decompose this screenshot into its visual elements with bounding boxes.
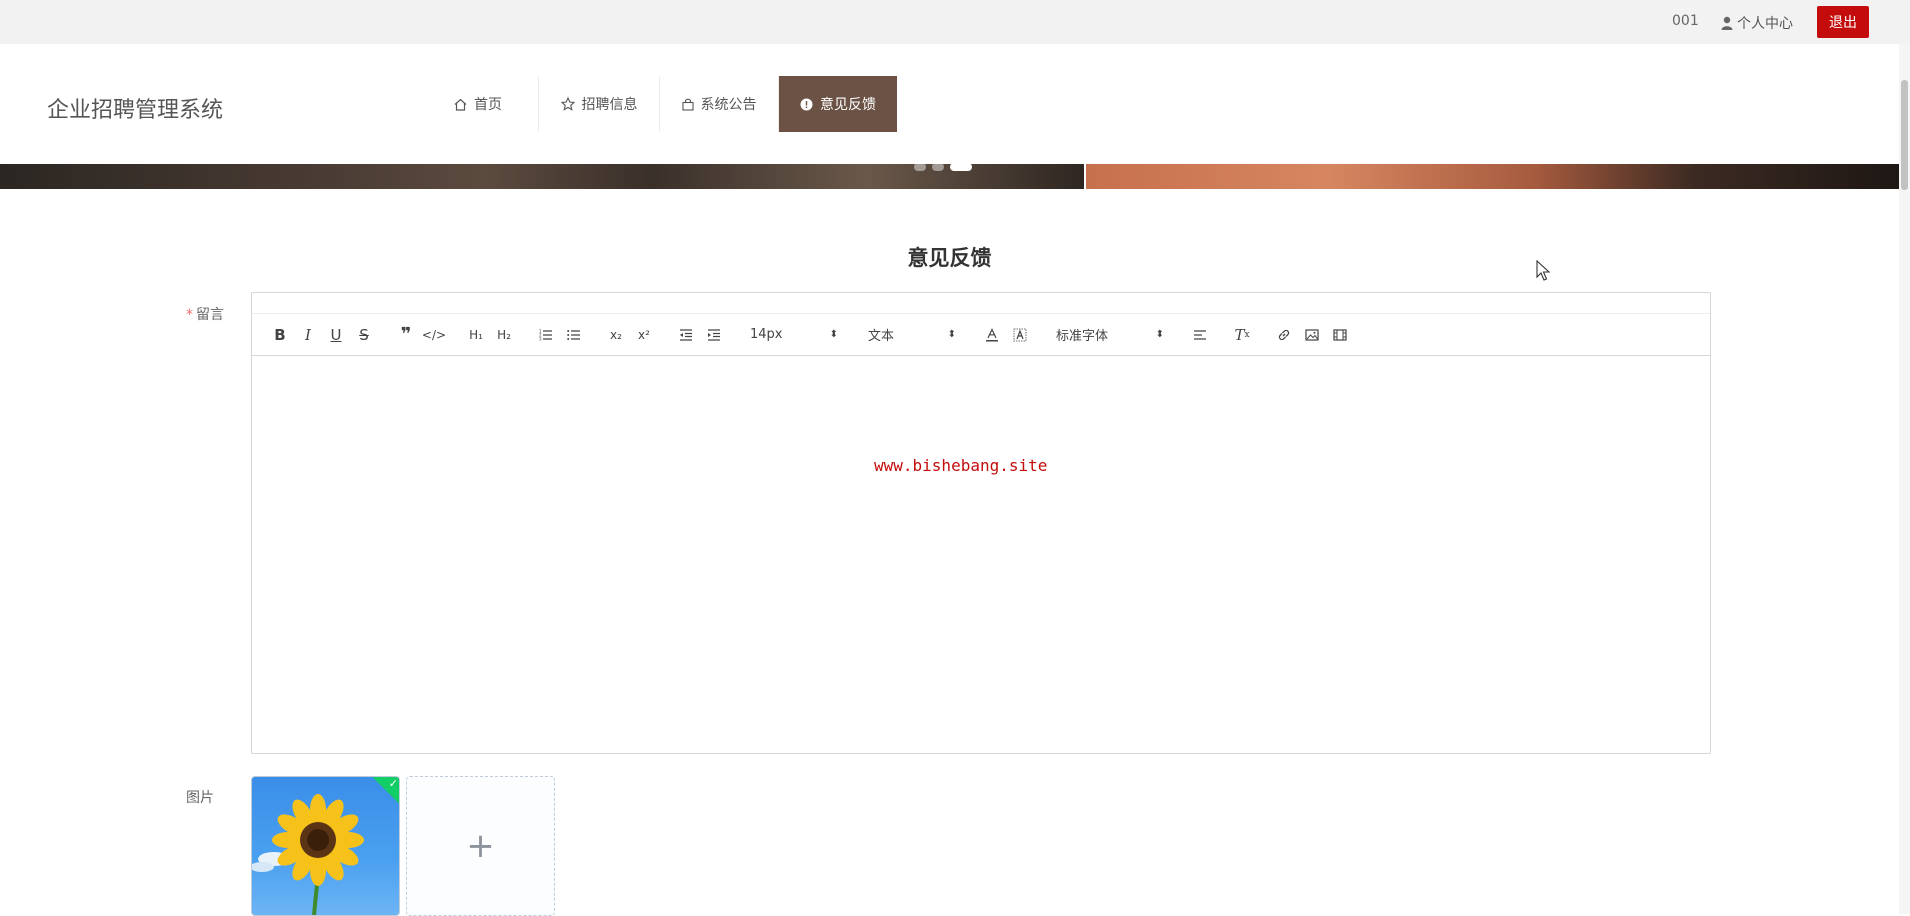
nav-label-home: 首页 [474,97,502,113]
uploaded-image-thumbnail[interactable]: ✓ [251,776,400,916]
underline-button[interactable]: U [322,321,350,349]
message-label-text: 留言 [196,307,224,323]
site-header: 企业招聘管理系统 首页 招聘信息 系统公告 意见反馈 [0,44,1899,164]
h1-button[interactable]: H₁ [462,321,490,349]
message-label: * 留言 [186,304,224,324]
text-color-icon[interactable] [978,321,1006,349]
image-icon[interactable] [1298,321,1326,349]
nav-item-jobs[interactable]: 招聘信息 [539,76,660,132]
carousel-dot-active[interactable] [950,163,972,171]
nav-label-jobs: 招聘信息 [581,97,638,113]
header-value: 文本 [868,329,895,344]
plus-icon: + [466,826,495,866]
video-icon[interactable] [1326,321,1354,349]
font-size-picker[interactable]: 14px ⬍ [742,321,846,349]
picker-arrow-icon: ⬍ [947,329,956,340]
italic-button[interactable]: I [294,321,322,349]
blockquote-icon[interactable]: ❞ [392,321,420,349]
site-brand: 企业招聘管理系统 [47,98,224,123]
bag-icon [681,98,694,111]
home-icon [454,98,467,111]
font-size-value: 14px [750,327,783,342]
clear-format-icon[interactable]: Tx [1228,321,1256,349]
font-family-picker[interactable]: 标准字体 ⬍ [1048,321,1172,349]
bold-button[interactable]: B [266,321,294,349]
header-picker[interactable]: 文本 ⬍ [860,321,964,349]
user-icon [1721,16,1733,30]
background-color-icon[interactable] [1006,321,1034,349]
required-mark: * [186,307,193,323]
watermark-text: www.bishebang.site [874,456,1048,475]
picker-arrow-icon: ⬍ [1155,329,1164,340]
editor-toolbar: B I U S ❞ </> H₁ H₂ 123 x₂ x² 14px ⬍ 文本 … [252,314,1710,356]
link-icon[interactable] [1270,321,1298,349]
user-center-label: 个人中心 [1737,16,1793,32]
upload-add-button[interactable]: + [406,776,555,916]
align-left-icon[interactable] [1186,321,1214,349]
sunflower-image [252,794,364,915]
editor-top-spacer [252,293,1710,314]
subscript-button[interactable]: x₂ [602,321,630,349]
mouse-cursor-icon [1536,260,1550,281]
h2-button[interactable]: H₂ [490,321,518,349]
editor-content[interactable] [252,355,1710,751]
nav-label-feedback: 意见反馈 [820,97,876,113]
rich-text-editor: B I U S ❞ </> H₁ H₂ 123 x₂ x² 14px ⬍ 文本 … [251,292,1711,754]
user-id: 001 [1672,13,1699,29]
strike-button[interactable]: S [350,321,378,349]
logout-button[interactable]: 退出 [1817,6,1869,38]
code-block-icon[interactable]: </> [420,321,448,349]
nav-item-feedback[interactable]: 意见反馈 [779,76,897,132]
carousel-dot[interactable] [932,163,944,171]
svg-text:3: 3 [539,336,542,341]
image-label: 图片 [186,790,214,806]
star-icon [560,97,575,111]
check-icon: ✓ [388,777,398,790]
nav-item-home[interactable]: 首页 [418,76,539,132]
indent-icon[interactable] [700,321,728,349]
main-nav: 首页 招聘信息 系统公告 意见反馈 [418,76,897,132]
scrollbar-thumb[interactable] [1901,80,1908,190]
bullet-list-icon[interactable] [560,321,588,349]
user-center-link[interactable]: 个人中心 [1721,13,1793,33]
carousel-dot[interactable] [914,163,926,171]
banner-slide-image-next [1086,164,1899,189]
ordered-list-icon[interactable]: 123 [532,321,560,349]
carousel-indicators [914,163,972,171]
font-family-value: 标准字体 [1056,329,1109,344]
picker-arrow-icon: ⬍ [829,329,838,340]
superscript-button[interactable]: x² [630,321,658,349]
page-title: 意见反馈 [907,246,992,270]
info-icon [800,98,813,110]
nav-label-notice: 系统公告 [700,97,757,113]
nav-item-notice[interactable]: 系统公告 [660,76,779,132]
outdent-icon[interactable] [672,321,700,349]
top-bar: 001 个人中心 退出 [0,0,1910,44]
